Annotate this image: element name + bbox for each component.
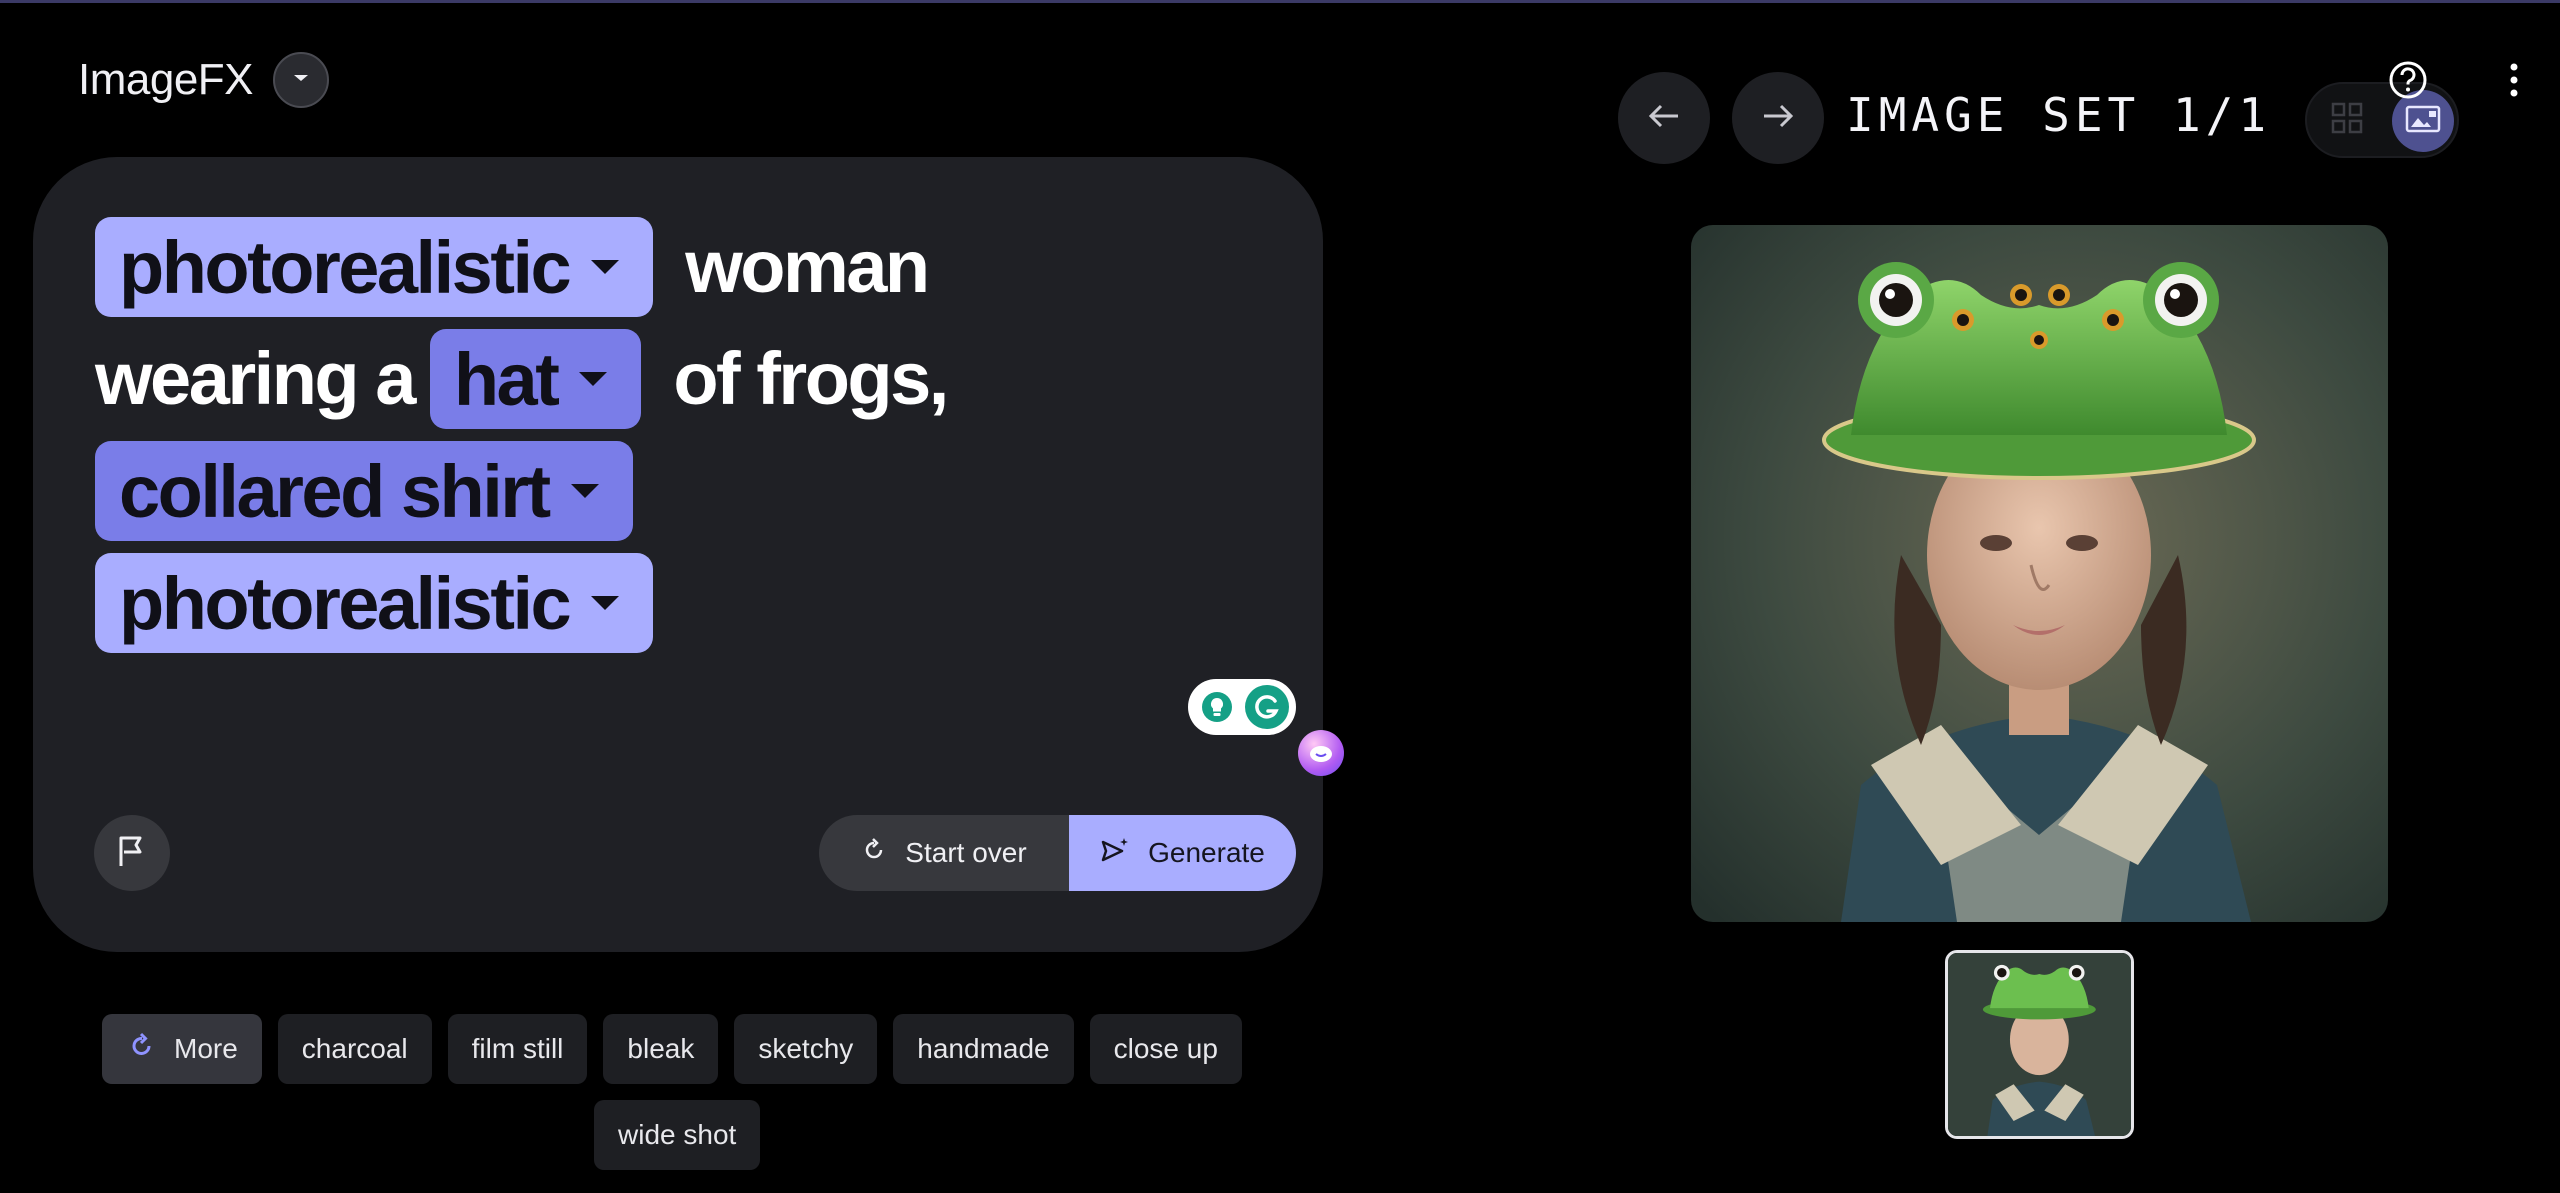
start-over-button[interactable]: Start over — [819, 815, 1069, 891]
prompt-line-4: photorealistic — [95, 553, 1255, 653]
prompt-chip-label: photorealistic — [119, 561, 572, 645]
suggestion-chip[interactable]: sketchy — [734, 1014, 878, 1084]
grid-view-button[interactable] — [2329, 102, 2365, 138]
prompt-chip-label: collared shirt — [119, 449, 551, 533]
prompt-chip-label: hat — [453, 337, 560, 421]
app-brand: ImageFX — [78, 52, 330, 108]
generate-label: Generate — [1148, 837, 1265, 868]
image-thumbnail[interactable] — [1945, 950, 2134, 1139]
send-sparkle-icon — [1100, 836, 1130, 871]
grid-view-icon — [2331, 102, 2363, 139]
help-icon[interactable] — [2386, 58, 2430, 102]
prompt-chip-hat[interactable]: hat — [429, 329, 642, 429]
arrow-right-icon — [1761, 102, 1795, 135]
app-title: ImageFX — [78, 55, 254, 104]
view-toggle — [2305, 82, 2459, 158]
start-over-label: Start over — [905, 837, 1027, 868]
generated-image[interactable] — [1691, 225, 2388, 922]
chevron-down-icon — [570, 484, 599, 498]
arrow-left-icon — [1647, 102, 1681, 135]
prompt-actions: Start over Generate — [819, 815, 1296, 891]
previous-set-button[interactable] — [1618, 72, 1710, 164]
suggestion-chip[interactable]: bleak — [603, 1014, 719, 1084]
assistant-bubble-icon[interactable] — [1298, 730, 1344, 776]
prompt-chip-label: photorealistic — [119, 225, 572, 309]
prompt-line-3: collared shirt — [95, 441, 1255, 541]
prompt-card: photorealistic woman wearing a hat of fr… — [33, 157, 1344, 952]
grammarly-icon[interactable] — [1245, 685, 1290, 729]
refresh-icon — [861, 837, 887, 870]
chevron-down-icon — [591, 260, 620, 274]
report-button[interactable] — [94, 815, 170, 891]
extension-badge[interactable] — [1188, 679, 1296, 735]
suggestion-chip[interactable]: film still — [447, 1014, 588, 1084]
top-accent-line — [0, 0, 2560, 3]
chevron-down-icon — [591, 596, 620, 610]
chevron-down-icon — [292, 71, 310, 89]
image-set-counter: IMAGE SET 1/1 — [1846, 88, 2272, 142]
prompt-text: wearing a — [95, 337, 416, 420]
prompt-text: of frogs, — [673, 337, 949, 420]
refresh-icon — [128, 1032, 156, 1067]
suggestion-row: wide shot — [102, 1100, 1262, 1170]
prompt-chip-style-2[interactable]: photorealistic — [95, 553, 654, 653]
prompt-text: woman — [685, 225, 930, 308]
more-vert-icon[interactable] — [2496, 58, 2532, 102]
prompt-editor[interactable]: photorealistic woman wearing a hat of fr… — [95, 217, 1255, 665]
prompt-line-1: photorealistic woman — [95, 217, 1255, 317]
chevron-down-icon — [579, 372, 608, 386]
app-switcher-button[interactable] — [273, 52, 330, 108]
suggestion-chips: More charcoal film still bleak sketchy h… — [102, 1014, 1262, 1186]
suggestion-chip[interactable]: handmade — [893, 1014, 1074, 1084]
more-label: More — [174, 1033, 238, 1064]
prompt-line-2: wearing a hat of frogs, — [95, 329, 1255, 429]
suggestion-row: More charcoal film still bleak sketchy h… — [102, 1014, 1262, 1084]
prompt-chip-shirt[interactable]: collared shirt — [95, 441, 633, 541]
suggestion-chip[interactable]: close up — [1089, 1014, 1242, 1084]
suggestion-chip[interactable]: wide shot — [594, 1100, 761, 1170]
next-set-button[interactable] — [1732, 72, 1824, 164]
lightbulb-icon[interactable] — [1194, 685, 1239, 729]
suggestion-chip[interactable]: charcoal — [277, 1014, 432, 1084]
prompt-chip-style[interactable]: photorealistic — [95, 217, 654, 317]
flag-icon — [116, 834, 148, 873]
generate-button[interactable]: Generate — [1069, 815, 1296, 891]
more-suggestions-button[interactable]: More — [102, 1014, 262, 1084]
single-view-icon — [2405, 105, 2441, 138]
